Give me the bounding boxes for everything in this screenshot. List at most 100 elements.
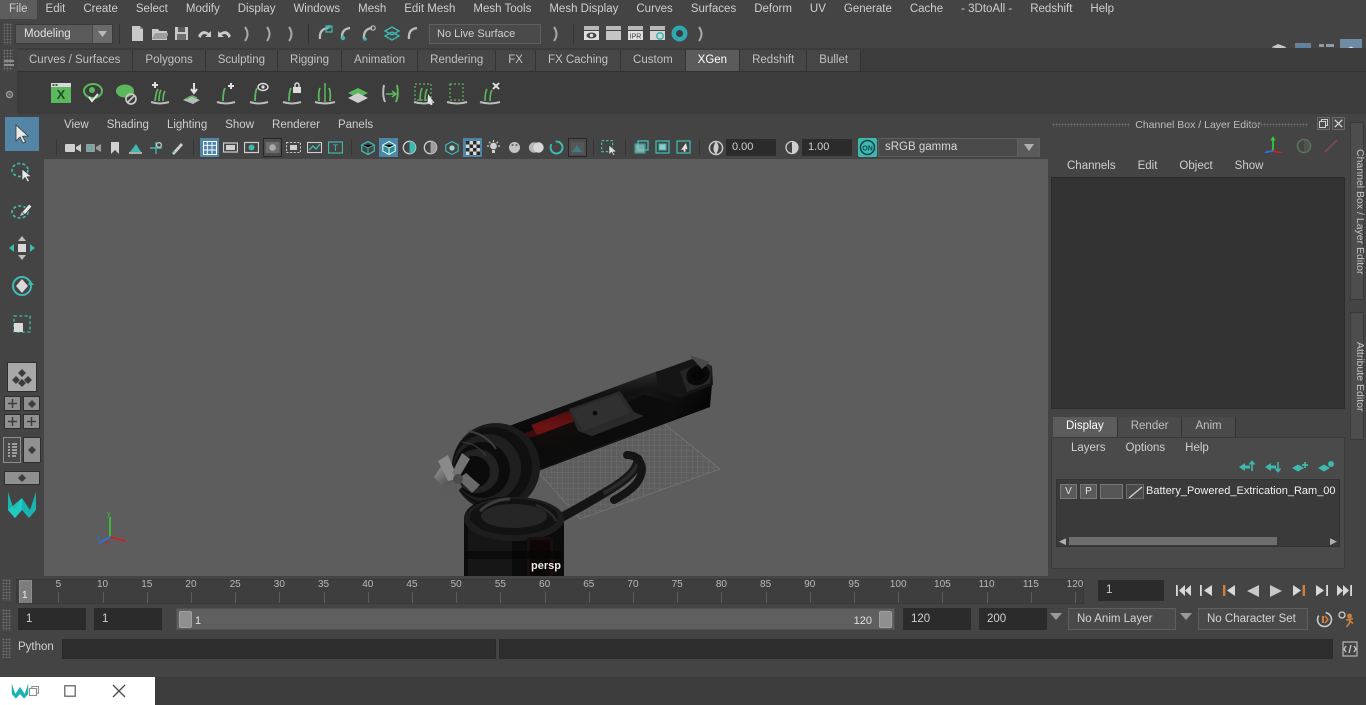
grid-toggle-icon[interactable]: [200, 138, 219, 157]
layer-list-hscrollbar[interactable]: ◀ ▶: [1057, 535, 1339, 546]
xgen-select-guides-icon[interactable]: [408, 77, 440, 111]
shaded-mode-icon[interactable]: [379, 138, 398, 157]
range-slider-grip[interactable]: [2, 609, 11, 631]
xgen-guide-visibility-icon[interactable]: [243, 77, 275, 111]
xgen-editor-icon[interactable]: X: [45, 77, 77, 111]
gamma-icon[interactable]: [782, 138, 801, 157]
gate-mask-icon[interactable]: [263, 138, 282, 157]
viewport-menu-lighting[interactable]: Lighting: [158, 114, 216, 136]
playback-start-field[interactable]: 1: [94, 608, 162, 630]
snap-to-grid-icon[interactable]: [315, 23, 337, 45]
layer-color-swatch[interactable]: [1126, 483, 1144, 499]
save-scene-icon[interactable]: [170, 23, 192, 45]
channel-menu-object[interactable]: Object: [1168, 156, 1223, 176]
bookmark-icon[interactable]: [105, 138, 124, 157]
menu-set-selector[interactable]: Modeling: [15, 23, 113, 44]
menu-item-mesh-display[interactable]: Mesh Display: [540, 0, 627, 19]
menu-item-deform[interactable]: Deform: [745, 0, 801, 19]
viewport-menu-view[interactable]: View: [55, 114, 98, 136]
viewport-menu-panels[interactable]: Panels: [329, 114, 382, 136]
channel-menu-edit[interactable]: Edit: [1127, 156, 1169, 176]
menu-item-create[interactable]: Create: [74, 0, 127, 19]
command-language-label[interactable]: Python: [18, 641, 54, 653]
layer-name[interactable]: Battery_Powered_Extrication_Ram_00: [1146, 485, 1336, 497]
restore-window-icon[interactable]: [46, 677, 94, 705]
select-camera-icon[interactable]: [63, 138, 82, 157]
time-slider[interactable]: 1 5 10 15 20 25 30 35 40 45 50 55 60 65 70 75 80 85 90 95 1…: [16, 579, 1084, 604]
range-slider[interactable]: 1 120: [176, 608, 895, 630]
scroll-thumb[interactable]: [1069, 536, 1277, 545]
gear-icon[interactable]: [4, 89, 15, 103]
exposure-icon[interactable]: [305, 138, 324, 157]
close-window-icon[interactable]: [94, 677, 144, 705]
script-editor-icon[interactable]: [1342, 641, 1358, 660]
color-profile-field[interactable]: sRGB gamma: [878, 138, 1018, 157]
persp-panel-layout[interactable]: [23, 437, 41, 463]
viewport-menu-renderer[interactable]: Renderer: [263, 114, 329, 136]
panel-grip-right[interactable]: [1248, 123, 1308, 127]
paint-select-tool[interactable]: [5, 193, 39, 227]
shelf-tab-bullet[interactable]: Bullet: [807, 50, 862, 72]
grease-pencil-icon[interactable]: [168, 138, 187, 157]
close-panel-icon[interactable]: [1332, 117, 1345, 130]
camera-attributes-icon[interactable]: [84, 138, 103, 157]
go-to-start-icon[interactable]: [1172, 580, 1195, 601]
layer-tab-anim[interactable]: Anim: [1182, 417, 1236, 437]
channel-box-rail-label[interactable]: Channel Box / Layer Editor: [1348, 126, 1366, 298]
status-line-grip[interactable]: [3, 22, 12, 45]
shelf-tabs-menu-icon[interactable]: [4, 60, 14, 62]
shelf-tab-rigging[interactable]: Rigging: [278, 50, 343, 72]
live-surface-field[interactable]: No Live Surface: [429, 23, 541, 44]
xgen-import-collection-icon[interactable]: [177, 77, 209, 111]
layer-shading-toggle[interactable]: [1100, 483, 1123, 499]
film-gate-icon[interactable]: [221, 138, 240, 157]
snap-to-point-icon[interactable]: [359, 23, 381, 45]
exposure-value-field[interactable]: 0.00: [726, 139, 776, 156]
panel-grip-left[interactable]: [1052, 123, 1130, 127]
rotate-axis-icon[interactable]: [1296, 138, 1312, 157]
film-origin-icon[interactable]: [284, 138, 303, 157]
maya-app-icon[interactable]: [0, 677, 46, 705]
gamma-value-field[interactable]: 1.00: [802, 139, 852, 156]
image-plane-icon[interactable]: [126, 138, 145, 157]
redo-icon[interactable]: [214, 23, 236, 45]
xgen-convert-to-interactive-icon[interactable]: [375, 77, 407, 111]
command-line-grip[interactable]: [2, 638, 11, 658]
shelf-tab-fx-caching[interactable]: FX Caching: [535, 50, 622, 72]
layer-menu-options[interactable]: Options: [1116, 439, 1176, 458]
select-tool[interactable]: [5, 117, 39, 151]
snap-to-view-plane-icon[interactable]: [403, 23, 425, 45]
menu-item-3dtoall[interactable]: - 3DtoAll -: [952, 0, 1021, 19]
xgen-mirror-guides-icon[interactable]: [309, 77, 341, 111]
select-by-object-icon[interactable]: [258, 23, 280, 45]
anim-end-field[interactable]: 200: [979, 608, 1047, 630]
undo-icon[interactable]: [192, 23, 214, 45]
create-new-layer-icon[interactable]: [1291, 460, 1308, 476]
layer-list[interactable]: V P Battery_Powered_Extrication_Ram_00 ◀…: [1056, 479, 1340, 547]
xgen-clear-guides-icon[interactable]: [474, 77, 506, 111]
step-forward-frame-icon[interactable]: [1287, 580, 1310, 601]
snap-to-curve-icon[interactable]: [337, 23, 359, 45]
move-axis-icon[interactable]: [1264, 136, 1284, 156]
play-backwards-icon[interactable]: [1241, 580, 1264, 601]
menu-item-surfaces[interactable]: Surfaces: [682, 0, 745, 19]
motion-blur-icon[interactable]: [547, 138, 566, 157]
animation-preferences-icon[interactable]: [1338, 611, 1356, 631]
auto-keyframe-icon[interactable]: [1316, 611, 1333, 631]
perspective-viewport[interactable]: y z x persp: [44, 159, 1048, 576]
xgen-select-region-icon[interactable]: [441, 77, 473, 111]
menu-item-cache[interactable]: Cache: [901, 0, 952, 19]
shelf-tab-animation[interactable]: Animation: [342, 50, 419, 72]
xray-icon[interactable]: [632, 138, 651, 157]
four-view-layout[interactable]: [23, 396, 40, 411]
character-set-dropdown-icon[interactable]: [1180, 613, 1192, 620]
xray-joints-icon[interactable]: [653, 138, 672, 157]
menu-item-help[interactable]: Help: [1081, 0, 1123, 19]
xgen-add-description-icon[interactable]: [144, 77, 176, 111]
single-perspective-layout[interactable]: [4, 396, 21, 411]
command-input-field[interactable]: [62, 639, 496, 659]
step-forward-keyframe-icon[interactable]: [1310, 580, 1333, 601]
wireframe-on-shaded-icon[interactable]: [400, 138, 419, 157]
layer-playback-toggle[interactable]: P: [1080, 483, 1097, 499]
attribute-editor-rail-label[interactable]: Attribute Editor: [1348, 316, 1366, 438]
